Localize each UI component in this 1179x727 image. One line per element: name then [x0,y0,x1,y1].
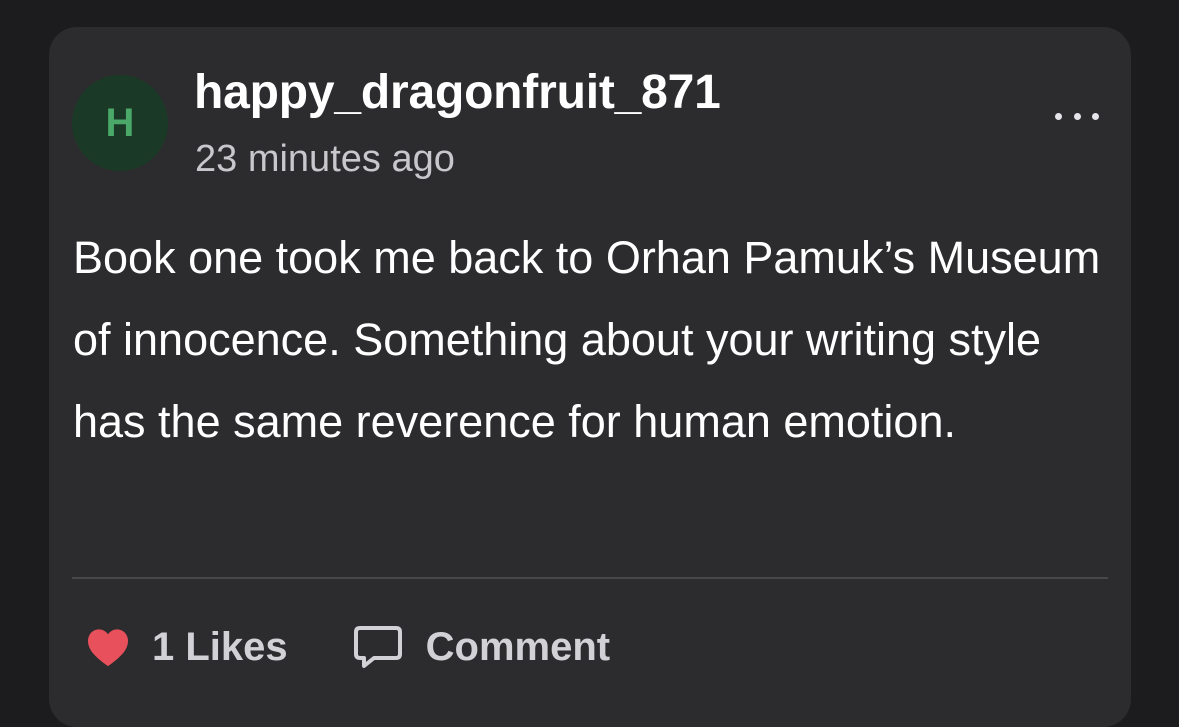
divider [72,577,1108,579]
avatar[interactable]: H [72,75,168,171]
heart-icon [86,627,130,667]
ellipsis-icon [1055,112,1062,120]
username[interactable]: happy_dragonfruit_871 [194,67,721,119]
comment-label: Comment [425,624,611,669]
comment-card: H happy_dragonfruit_871 23 minutes ago B… [49,27,1131,727]
likes-count: 1 Likes [152,624,288,669]
timestamp: 23 minutes ago [195,138,455,180]
ellipsis-icon [1092,112,1099,120]
comment-button[interactable]: Comment [352,624,610,670]
avatar-initial: H [105,100,135,145]
more-options-button[interactable] [1055,101,1099,131]
ellipsis-icon [1073,112,1081,120]
action-bar: 1 Likes Comment [86,619,610,675]
comment-bubble-icon [352,624,404,670]
like-button[interactable]: 1 Likes [86,625,288,670]
comment-body: Book one took me back to Orhan Pamuk’s M… [73,232,1101,447]
